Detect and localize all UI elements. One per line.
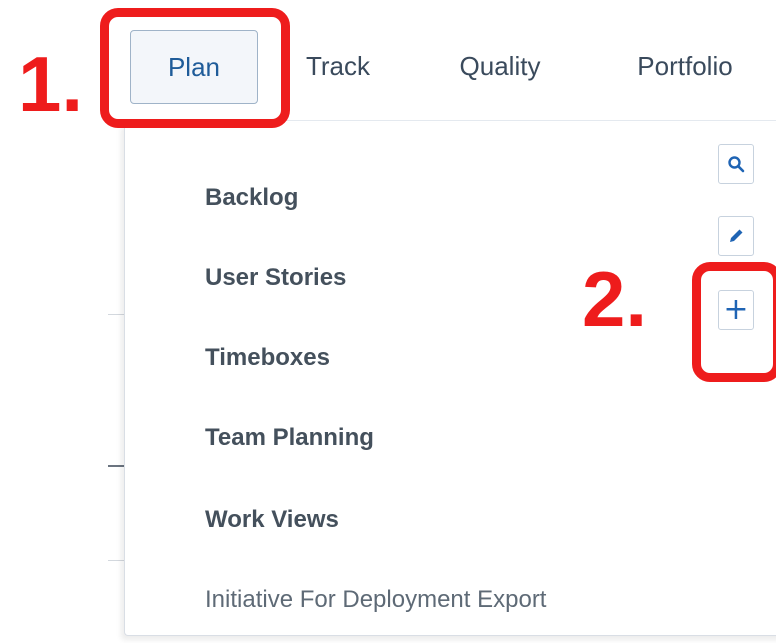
callout-highlight-plan <box>100 8 290 128</box>
menu-item-user-stories[interactable]: User Stories <box>205 264 346 292</box>
menu-item-work-views[interactable]: Work Views <box>205 506 339 534</box>
search-button[interactable] <box>718 144 754 184</box>
menu-item-backlog[interactable]: Backlog <box>205 184 298 212</box>
callout-number-1: 1. <box>18 40 84 128</box>
callout-highlight-add <box>692 262 776 382</box>
tab-portfolio[interactable]: Portfolio <box>620 30 750 102</box>
nav-divider <box>258 120 776 121</box>
edit-button[interactable] <box>718 216 754 256</box>
menu-item-team-planning[interactable]: Team Planning <box>205 424 374 452</box>
menu-item-timeboxes[interactable]: Timeboxes <box>205 344 330 372</box>
menu-item-initiative-export[interactable]: Initiative For Deployment Export <box>205 586 546 614</box>
callout-number-2: 2. <box>582 255 648 343</box>
pencil-icon <box>730 229 743 242</box>
tab-track[interactable]: Track <box>298 30 378 102</box>
search-icon <box>728 156 745 173</box>
tab-quality[interactable]: Quality <box>448 30 552 102</box>
